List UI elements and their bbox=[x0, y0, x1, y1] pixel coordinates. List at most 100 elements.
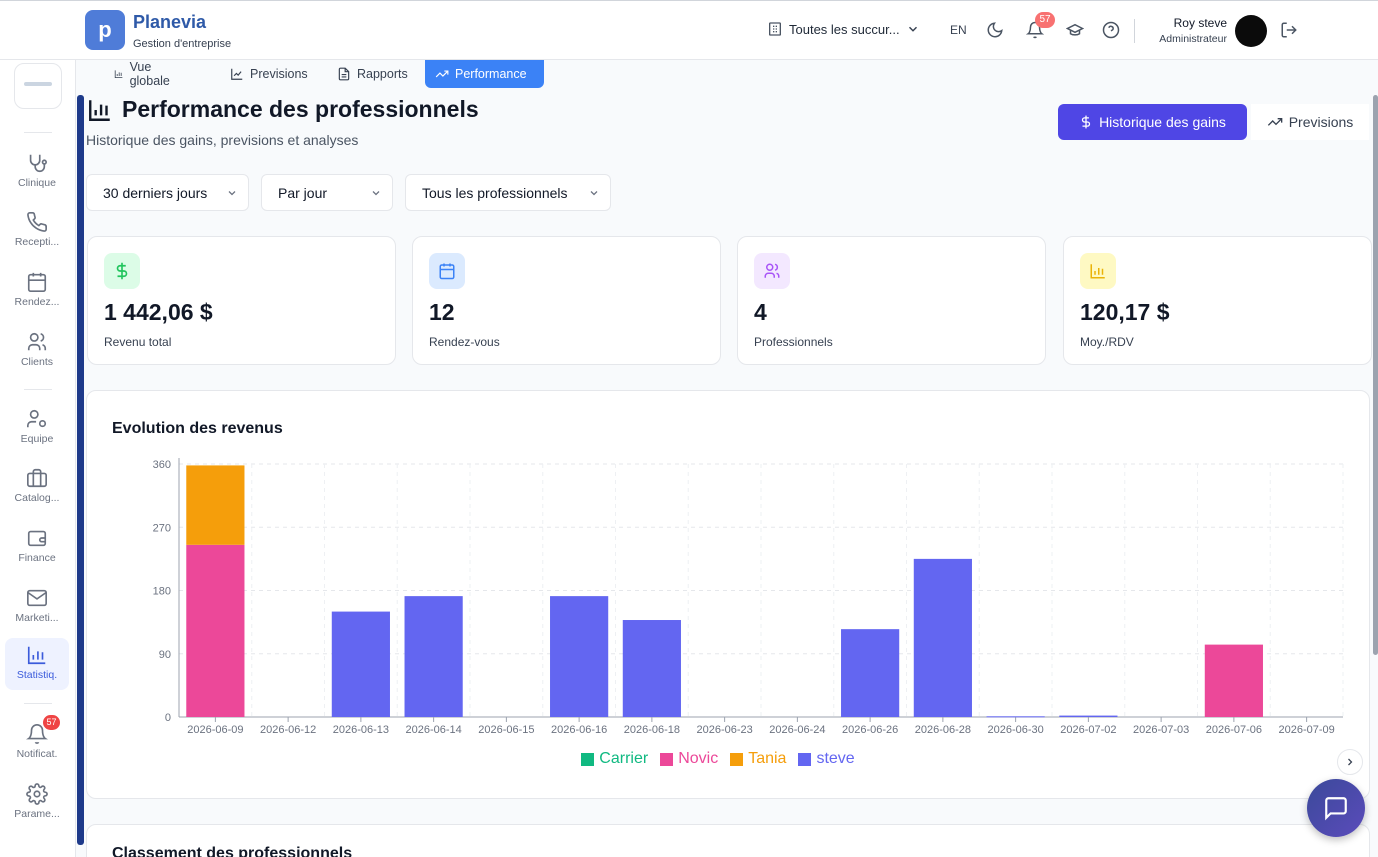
user-role: Administrateur bbox=[1159, 33, 1227, 45]
sidebar-item-statistiques[interactable]: Statistiq. bbox=[5, 638, 69, 690]
sidebar-item-rendezvous[interactable]: Rendez... bbox=[5, 265, 69, 315]
tab-vue-globale[interactable]: Vue globale bbox=[104, 60, 184, 88]
bar-steve bbox=[331, 611, 390, 717]
building-icon bbox=[769, 22, 781, 36]
select-value: Tous les professionnels bbox=[422, 184, 568, 201]
legend-item[interactable]: Carrier bbox=[581, 750, 648, 768]
kpi-card-revenue: 1 442,06 $ Revenu total bbox=[87, 236, 396, 365]
kpi-label: Moy./RDV bbox=[1080, 335, 1134, 349]
bar-chart-icon bbox=[27, 646, 46, 665]
avatar[interactable] bbox=[1235, 15, 1267, 47]
moon-icon[interactable] bbox=[986, 21, 1004, 39]
sidebar-item-equipe[interactable]: Equipe bbox=[5, 402, 69, 452]
kpi-value: 4 bbox=[754, 299, 767, 325]
tab-label: Performance bbox=[455, 67, 527, 81]
kpi-value: 12 bbox=[429, 299, 455, 325]
chevron-down-icon bbox=[590, 190, 598, 195]
sidebar-item-clients[interactable]: Clients bbox=[5, 325, 69, 375]
gear-icon bbox=[26, 783, 48, 805]
sidebar-item-notifications[interactable]: 57 Notificat. bbox=[5, 715, 69, 767]
sidebar-logo[interactable] bbox=[14, 63, 62, 109]
sidebar-scrollbar[interactable] bbox=[77, 95, 84, 845]
graduation-cap-icon[interactable] bbox=[1066, 21, 1084, 39]
trending-up-icon bbox=[435, 70, 449, 78]
chevron-down-icon bbox=[372, 190, 380, 195]
tab-rapports[interactable]: Rapports bbox=[327, 60, 418, 88]
sidebar-item-label: Marketi... bbox=[15, 612, 59, 624]
ranking-card: Classement des professionnels bbox=[86, 824, 1370, 857]
x-tick-label: 2026-06-23 bbox=[696, 724, 752, 736]
bar-steve bbox=[913, 558, 972, 717]
tab-previsions[interactable]: Previsions bbox=[220, 60, 318, 88]
kpi-icon-box bbox=[104, 253, 140, 289]
logo-letter: p bbox=[98, 17, 112, 42]
sidebar-item-clinique[interactable]: Clinique bbox=[5, 146, 69, 196]
period-select[interactable]: 30 derniers jours bbox=[86, 174, 249, 211]
tab-performance[interactable]: Performance bbox=[425, 60, 544, 88]
logout-icon[interactable] bbox=[1280, 21, 1298, 39]
app-logo[interactable]: p bbox=[85, 10, 125, 50]
sidebar-item-label: Recepti... bbox=[14, 236, 60, 248]
brand-name: Planevia bbox=[133, 12, 207, 32]
button-label: Historique des gains bbox=[1099, 114, 1226, 130]
legend-item[interactable]: Tania bbox=[730, 750, 786, 768]
sidebar-item-label: Clients bbox=[20, 356, 54, 368]
x-tick-label: 2026-07-02 bbox=[1060, 724, 1116, 736]
kpi-value: 120,17 $ bbox=[1080, 299, 1170, 325]
sidebar-item-reception[interactable]: Recepti... bbox=[5, 205, 69, 255]
page-scrollbar[interactable] bbox=[1373, 95, 1378, 655]
language-toggle[interactable]: EN bbox=[950, 23, 967, 37]
users-icon bbox=[27, 332, 47, 351]
x-tick-label: 2026-06-13 bbox=[333, 724, 389, 736]
calendar-icon bbox=[27, 272, 47, 292]
revenue-chart-card: Evolution des revenus 0 90 180 270 360 2026-0… bbox=[86, 390, 1370, 799]
sidebar-item-finance[interactable]: Finance bbox=[5, 521, 69, 571]
chevron-down-icon bbox=[908, 26, 917, 32]
select-value: Par jour bbox=[278, 184, 328, 201]
wallet-icon bbox=[27, 530, 47, 547]
forecasts-button[interactable]: Previsions bbox=[1251, 104, 1369, 140]
legend-item[interactable]: steve bbox=[798, 750, 855, 768]
x-tick-label: 2026-07-09 bbox=[1278, 724, 1334, 736]
professional-select[interactable]: Tous les professionnels bbox=[405, 174, 611, 211]
divider bbox=[24, 703, 52, 704]
x-tick-label: 2026-07-03 bbox=[1133, 724, 1189, 736]
y-tick-label: 180 bbox=[153, 586, 171, 598]
x-tick-label: 2026-06-24 bbox=[769, 724, 825, 736]
notification-badge: 57 bbox=[1035, 12, 1055, 28]
tab-label: Previsions bbox=[250, 67, 308, 81]
branch-selector[interactable]: Toutes les succur... bbox=[767, 21, 920, 37]
x-tick-label: 2026-06-30 bbox=[987, 724, 1043, 736]
earnings-history-button[interactable]: Historique des gains bbox=[1058, 104, 1247, 140]
bar-steve bbox=[841, 629, 900, 717]
y-tick-label: 0 bbox=[165, 712, 171, 724]
page-subtitle: Historique des gains, previsions et anal… bbox=[86, 132, 359, 148]
file-icon bbox=[338, 67, 350, 81]
bar-chart-icon bbox=[114, 70, 123, 78]
sidebar: Clinique Recepti... Rendez... Clients Eq… bbox=[0, 60, 76, 857]
sidebar-item-catalogue[interactable]: Catalog... bbox=[5, 461, 69, 511]
bar-tania bbox=[186, 465, 245, 545]
bar-novic bbox=[1204, 644, 1263, 717]
top-bar: p Planevia Gestion d'entreprise Toutes l… bbox=[0, 0, 1378, 60]
x-tick-label: 2026-06-09 bbox=[187, 724, 243, 736]
dollar-icon bbox=[1081, 115, 1091, 129]
sidebar-item-label: Clinique bbox=[18, 177, 56, 189]
bar-steve bbox=[550, 596, 609, 717]
chat-button[interactable] bbox=[1307, 779, 1365, 837]
legend-label: Tania bbox=[748, 750, 787, 767]
page-title: Performance des professionnels bbox=[122, 96, 479, 122]
granularity-select[interactable]: Par jour bbox=[261, 174, 393, 211]
help-icon[interactable] bbox=[1102, 21, 1120, 39]
y-tick-label: 360 bbox=[153, 459, 171, 471]
x-tick-label: 2026-06-12 bbox=[260, 724, 316, 736]
legend-item[interactable]: Novic bbox=[660, 750, 718, 768]
sidebar-item-parametres[interactable]: Parame... bbox=[5, 777, 69, 827]
legend-label: Carrier bbox=[599, 750, 649, 767]
sidebar-item-marketing[interactable]: Marketi... bbox=[5, 581, 69, 631]
trending-up-icon bbox=[1267, 118, 1283, 126]
chart-next-button[interactable] bbox=[1337, 749, 1363, 775]
notification-badge: 57 bbox=[43, 715, 60, 730]
branch-label: Toutes les succur... bbox=[789, 21, 900, 37]
x-tick-label: 2026-06-16 bbox=[551, 724, 607, 736]
